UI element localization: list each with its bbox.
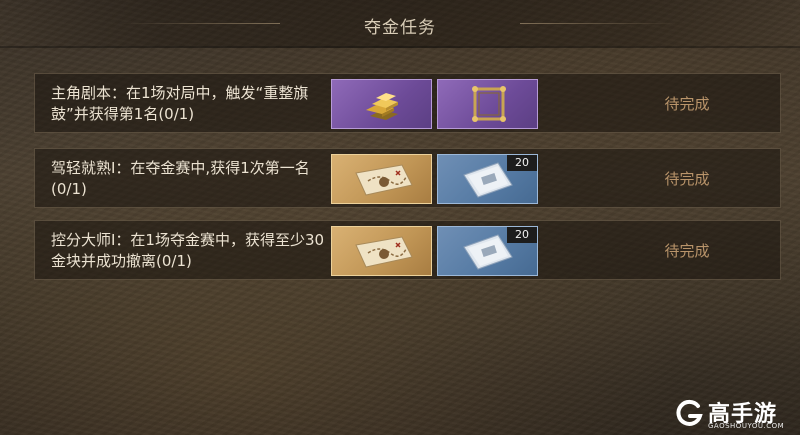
- task-status: 待完成: [664, 242, 710, 260]
- reward-slot[interactable]: 20: [437, 154, 538, 204]
- treasure-map-icon: [355, 164, 413, 196]
- reward-slot[interactable]: 20: [437, 226, 538, 276]
- watermark-logo: 高手游 GAOSHOUYOU.COM: [674, 396, 796, 432]
- task-description: 主角剧本：在1场对局中，触发“重整旗鼓”并获得第1名(0/1): [51, 84, 309, 123]
- task-row: 主角剧本：在1场对局中，触发“重整旗鼓”并获得第1名(0/1) 待完成: [34, 73, 781, 133]
- task-status: 待完成: [664, 95, 710, 113]
- task-row: 控分大师Ⅰ：在1场夺金赛中，获得至少30金块并成功撤离(0/1) 20 待完成: [34, 220, 781, 280]
- treasure-map-icon: [355, 236, 413, 268]
- avatar-frame-icon: [472, 86, 506, 122]
- item-count-badge: 20: [507, 227, 537, 243]
- task-status: 待完成: [664, 170, 710, 188]
- reward-slot[interactable]: [331, 154, 432, 204]
- brand-logo-icon: [676, 399, 703, 426]
- task-row: 驾轻就熟Ⅰ：在夺金赛中,获得1次第一名(0/1) 20 待完成: [34, 148, 781, 208]
- header: 夺金任务: [0, 0, 800, 48]
- watermark-url: GAOSHOUYOU.COM: [708, 422, 785, 430]
- task-description: 控分大师Ⅰ：在1场夺金赛中，获得至少30金块并成功撤离(0/1): [51, 231, 325, 270]
- reward-slot[interactable]: [331, 79, 432, 129]
- background-texture: [0, 0, 800, 435]
- gold-bars-icon: [366, 93, 398, 120]
- reward-slot[interactable]: [437, 79, 538, 129]
- reward-slot[interactable]: [331, 226, 432, 276]
- task-description: 驾轻就熟Ⅰ：在夺金赛中,获得1次第一名(0/1): [51, 159, 310, 198]
- page-title: 夺金任务: [364, 18, 436, 38]
- item-count-badge: 20: [507, 155, 537, 171]
- header-shadow: [0, 46, 800, 48]
